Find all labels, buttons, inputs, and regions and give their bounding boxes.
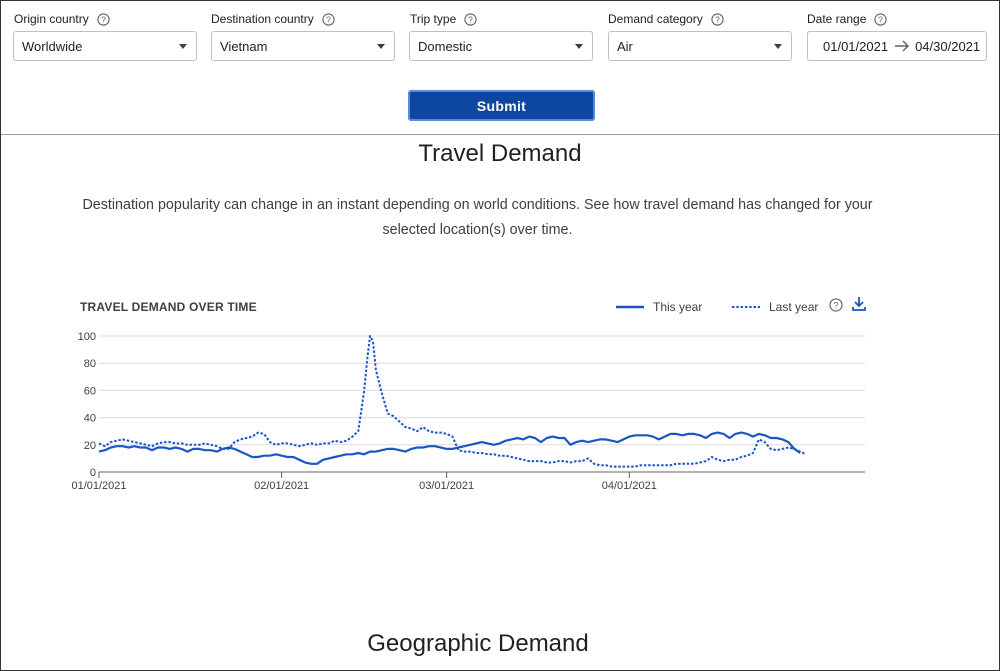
legend-this-year: This year (616, 297, 702, 317)
svg-text:?: ? (715, 14, 720, 24)
date-range-start[interactable]: 01/01/2021 (823, 39, 888, 54)
trip-type-filter: Trip type ? (410, 11, 477, 27)
help-icon[interactable]: ? (464, 12, 477, 26)
demand-category-label: Demand category (608, 12, 703, 26)
y-tick-label: 100 (78, 331, 96, 343)
date-range-label: Date range (807, 12, 867, 26)
y-tick-label: 40 (84, 413, 96, 425)
legend-last-year-label: Last year (769, 300, 819, 314)
origin-country-select[interactable]: Worldwide (13, 31, 197, 61)
legend-dotted-line-icon (732, 306, 760, 308)
x-tick-label: 04/01/2021 (602, 480, 657, 492)
trip-type-label: Trip type (410, 12, 457, 26)
download-icon[interactable] (852, 296, 866, 312)
help-icon[interactable]: ? (711, 12, 724, 26)
submit-button[interactable]: Submit (408, 90, 595, 121)
svg-text:?: ? (468, 14, 473, 24)
page-description: Destination popularity can change in an … (82, 197, 873, 238)
trip-type-value: Domestic (418, 38, 473, 54)
chevron-down-icon (179, 44, 187, 49)
destination-country-value: Vietnam (220, 38, 268, 54)
help-icon[interactable]: ? (97, 12, 110, 26)
svg-text:?: ? (879, 14, 884, 24)
chevron-down-icon (377, 44, 385, 49)
y-tick-label: 60 (84, 385, 96, 397)
svg-text:?: ? (101, 14, 106, 24)
demand-category-value: Air (617, 38, 633, 54)
date-range-filter: Date range ? (807, 11, 888, 27)
y-tick-label: 20 (84, 440, 96, 452)
y-tick-label: 0 (90, 467, 96, 479)
series-line-this-year (98, 431, 801, 465)
travel-demand-chart: 0 20 40 60 80 100 01/01/2021 02/01/2021 03/01/20… (71, 331, 865, 492)
trip-type-select[interactable]: Domestic (409, 31, 593, 61)
chevron-down-icon (575, 44, 583, 49)
x-tick-label: 03/01/2021 (419, 480, 474, 492)
svg-text:?: ? (833, 300, 838, 310)
arrow-right-icon (894, 40, 910, 52)
y-tick-label: 80 (84, 358, 96, 370)
help-icon[interactable]: ? (322, 12, 335, 26)
legend-this-year-label: This year (653, 300, 703, 314)
date-range-picker[interactable]: 01/01/2021 04/30/2021 (807, 31, 987, 61)
legend-solid-line-icon (616, 305, 644, 309)
destination-country-select[interactable]: Vietnam (211, 31, 395, 61)
x-tick-label: 02/01/2021 (254, 480, 309, 492)
demand-category-select[interactable]: Air (608, 31, 792, 61)
origin-country-value: Worldwide (22, 38, 83, 54)
section-title-geographic-demand: Geographic Demand (367, 630, 589, 657)
chevron-down-icon (774, 44, 782, 49)
divider (1, 134, 999, 135)
series-line-last-year (98, 335, 807, 468)
date-range-end[interactable]: 04/30/2021 (915, 39, 980, 54)
chart-title: TRAVEL DEMAND OVER TIME (80, 300, 257, 314)
svg-text:?: ? (326, 14, 331, 24)
destination-country-filter: Destination country ? (211, 11, 335, 27)
destination-country-label: Destination country (211, 12, 314, 26)
demand-category-filter: Demand category ? (608, 11, 724, 27)
help-icon[interactable]: ? (829, 298, 843, 312)
legend-last-year: Last year (732, 297, 818, 317)
origin-country-filter: Origin country ? (14, 11, 110, 27)
x-tick-label: 01/01/2021 (71, 480, 126, 492)
origin-country-label: Origin country (14, 12, 89, 26)
help-icon[interactable]: ? (874, 12, 888, 26)
page-title: Travel Demand (418, 140, 582, 167)
